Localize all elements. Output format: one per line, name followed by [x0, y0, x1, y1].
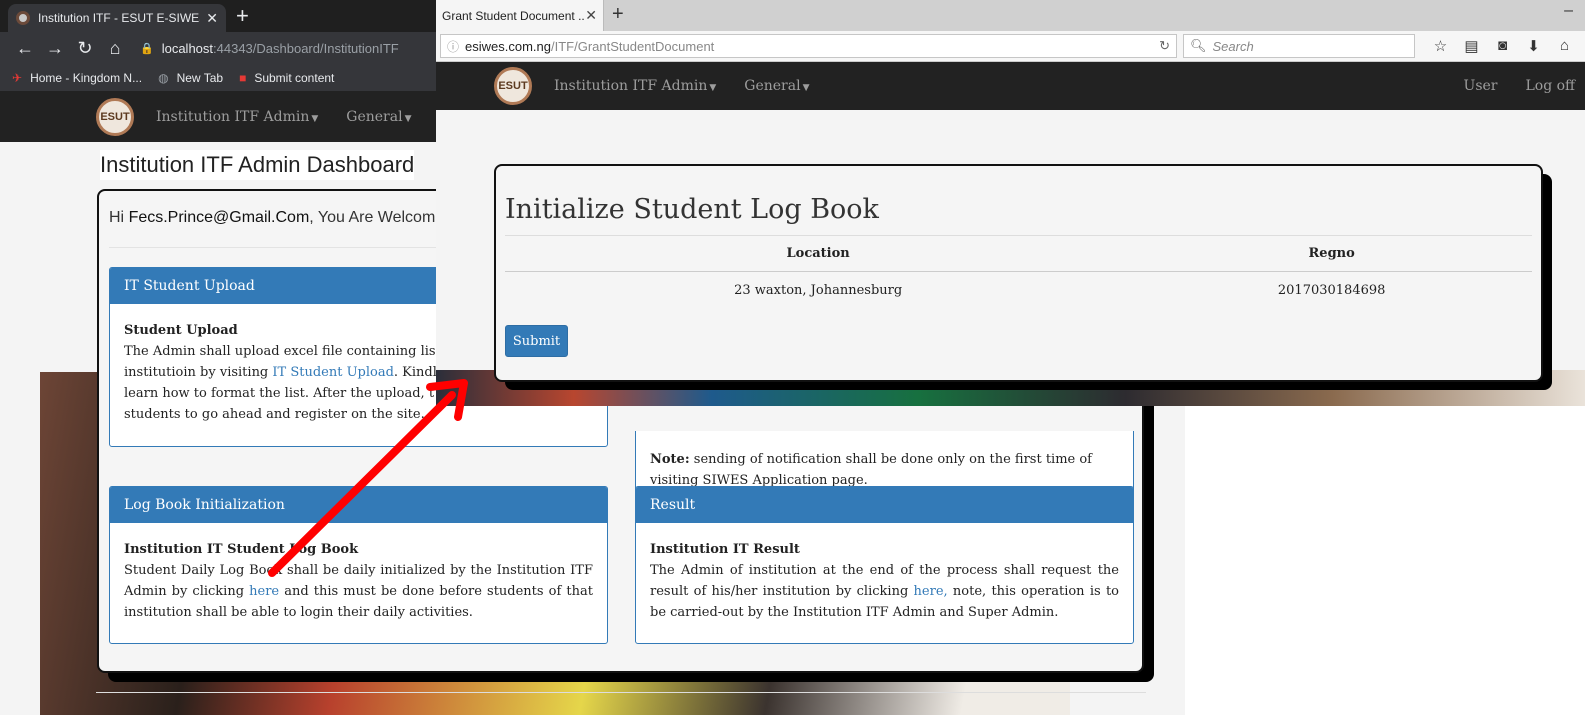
page-info-icon[interactable]: ⓘ	[447, 38, 459, 55]
welcome-suffix: , You Are Welcom	[309, 209, 436, 226]
firefox-window: Grant Student Document ... ✕ + – ⓘ esiwe…	[436, 0, 1585, 406]
panel-text: students to go ahead and register on the…	[124, 407, 425, 422]
welcome-message: Hi Fecs.Prince@Gmail.Com, You Are Welcom	[109, 209, 435, 227]
search-input[interactable]: 🔍︎ Search	[1183, 34, 1415, 58]
close-tab-icon[interactable]: ✕	[206, 10, 218, 27]
initialize-log-book-card: Initialize Student Log Book Location Reg…	[494, 164, 1543, 382]
new-tab-button[interactable]: +	[236, 4, 249, 28]
nav-label: Institution ITF Admin	[554, 78, 708, 94]
table-row: 23 waxton, Johannesburg 2017030184698	[505, 272, 1532, 310]
firefox-toolbar: ⓘ esiwes.com.ng/ITF/GrantStudentDocument…	[436, 31, 1585, 62]
column-header-regno: Regno	[1131, 235, 1532, 272]
firefox-tab-title: Grant Student Document ...	[442, 8, 586, 23]
caret-down-icon: ▼	[404, 114, 412, 124]
panel-title: Institution IT Result	[650, 542, 800, 557]
chrome-address-bar[interactable]: 🔒 localhost:44343/Dashboard/InstitutionI…	[140, 41, 399, 56]
cell-regno: 2017030184698	[1277, 283, 1386, 299]
nav-institution-itf-admin[interactable]: Institution ITF Admin ▼	[156, 109, 318, 125]
log-book-here-link[interactable]: here	[249, 584, 279, 599]
panel-body: Institution IT Student Log Book Student …	[110, 523, 607, 633]
nav-label: General	[346, 109, 403, 125]
footer-divider	[96, 692, 1146, 693]
site-navbar: ESUT Institution ITF Admin ▼ General ▼ Use…	[436, 62, 1585, 110]
result-here-link[interactable]: here,	[914, 584, 948, 599]
panel-text: institutioin by visiting	[124, 365, 273, 380]
panel-result: Result Institution IT Result The Admin o…	[635, 486, 1134, 644]
panel-text: learn how to format the list. After the …	[124, 386, 435, 401]
reload-icon[interactable]: ↻	[70, 38, 100, 59]
panel-heading: Log Book Initialization	[110, 487, 607, 523]
welcome-prefix: Hi	[109, 209, 129, 226]
close-tab-icon[interactable]: ✕	[585, 7, 597, 24]
cell-location: 23 waxton, Johannesburg	[734, 283, 903, 299]
search-icon: 🔍︎	[1190, 38, 1207, 53]
url-host: localhost	[161, 40, 214, 56]
bookmark-label: New Tab	[176, 70, 224, 85]
it-student-upload-link[interactable]: IT Student Upload	[272, 365, 394, 380]
caret-down-icon: ▼	[311, 114, 319, 124]
bookmark-item[interactable]: ■ Submit content	[239, 71, 334, 85]
pocket-icon[interactable]: ◙	[1487, 37, 1518, 55]
back-arrow-icon[interactable]: ←	[10, 38, 40, 59]
chrome-tab[interactable]: Institution ITF - ESUT E-SIWES ✕	[8, 4, 226, 32]
minimize-icon[interactable]: –	[1564, 2, 1573, 20]
nav-right: User Log off	[1436, 78, 1585, 94]
card-title: Initialize Student Log Book	[505, 194, 879, 225]
panel-title: Institution IT Student Log Book	[124, 542, 359, 557]
nav-institution-itf-admin[interactable]: Institution ITF Admin ▼	[554, 78, 716, 94]
chrome-tab-title: Institution ITF - ESUT E-SIWES	[38, 11, 201, 25]
note-label: Note:	[650, 452, 690, 467]
caret-down-icon: ▼	[802, 83, 810, 93]
firefox-address-bar[interactable]: ⓘ esiwes.com.ng/ITF/GrantStudentDocument…	[440, 34, 1177, 58]
submit-button[interactable]: Submit	[505, 325, 568, 357]
bookmark-item[interactable]: ✈ Home - Kingdom N...	[12, 71, 142, 85]
firefox-tab-strip: Grant Student Document ... ✕ + –	[436, 0, 1585, 31]
home-icon[interactable]: ⌂	[1549, 37, 1580, 55]
panel-log-book-initialization: Log Book Initialization Institution IT S…	[109, 486, 608, 644]
url-path: /ITF/GrantStudentDocument	[551, 38, 715, 54]
reading-list-icon[interactable]: ▤	[1456, 37, 1487, 55]
nav-user[interactable]: User	[1464, 78, 1498, 94]
nav-general[interactable]: General ▼	[744, 78, 809, 94]
bookmark-item[interactable]: ◍ New Tab	[158, 71, 223, 85]
panel-body: Institution IT Result The Admin of insti…	[636, 523, 1133, 633]
column-header-location: Location	[505, 235, 1132, 272]
nav-general[interactable]: General ▼	[346, 109, 411, 125]
globe-icon: ◍	[158, 70, 169, 85]
user-email: Fecs.Prince@Gmail.Com	[128, 209, 310, 226]
nav-label: General	[744, 78, 801, 94]
url-host: esiwes.com.ng	[465, 38, 551, 54]
caret-down-icon: ▼	[709, 83, 717, 93]
firefox-toolbar-icons: ☆ ▤ ◙ ⬇ ⌂	[1425, 37, 1580, 55]
table-header-row: Location Regno	[505, 235, 1532, 272]
firefox-tab[interactable]: Grant Student Document ... ✕	[436, 0, 604, 31]
download-icon[interactable]: ⬇	[1518, 37, 1549, 55]
nav-log-off[interactable]: Log off	[1525, 78, 1575, 94]
bookmark-icon: ■	[239, 70, 247, 85]
bookmark-star-icon[interactable]: ☆	[1425, 37, 1456, 55]
esut-logo[interactable]: ESUT	[494, 67, 532, 105]
panel-heading: Result	[636, 487, 1133, 523]
url-path: :44343/Dashboard/InstitutionITF	[213, 40, 399, 56]
new-tab-button[interactable]: +	[612, 3, 624, 26]
favicon-icon	[16, 11, 30, 25]
bookmark-label: Submit content	[254, 70, 335, 85]
nav-label: Institution ITF Admin	[156, 109, 310, 125]
log-book-table: Location Regno 23 waxton, Johannesburg 2…	[505, 235, 1532, 310]
page-title: Institution ITF Admin Dashboard	[100, 150, 415, 180]
bookmark-icon: ✈	[12, 70, 23, 85]
home-icon[interactable]: ⌂	[100, 38, 130, 59]
panel-text: The Admin shall upload excel file contai…	[124, 344, 436, 359]
lock-icon: 🔒	[140, 42, 154, 55]
forward-arrow-icon[interactable]: →	[40, 38, 70, 59]
note-text: sending of notification shall be done on…	[650, 452, 1092, 488]
bookmark-label: Home - Kingdom N...	[30, 70, 143, 85]
search-placeholder: Search	[1212, 38, 1254, 54]
reload-icon[interactable]: ↻	[1159, 38, 1170, 54]
grant-document-page: Initialize Student Log Book Location Reg…	[436, 110, 1585, 406]
esut-logo[interactable]: ESUT	[96, 98, 134, 136]
